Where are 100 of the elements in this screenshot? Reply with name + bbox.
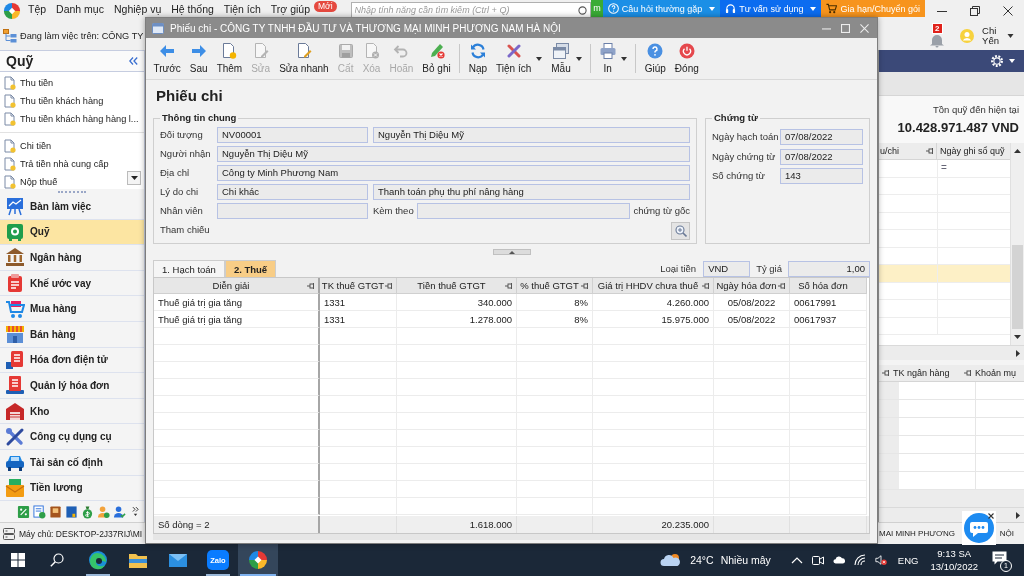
bell-icon[interactable] xyxy=(929,34,946,48)
task-item[interactable]: Chi tiền xyxy=(0,137,144,155)
taskbar-button[interactable] xyxy=(238,544,278,576)
module-item[interactable]: Tài sản cố định xyxy=(0,449,144,476)
column-header[interactable]: % thuế GTGT xyxy=(517,278,593,294)
toolbar-button[interactable]: Tiện ích xyxy=(491,38,547,79)
maximize-icon[interactable] xyxy=(841,23,850,33)
toolbar-button[interactable]: In xyxy=(595,38,632,79)
settings-icon[interactable] xyxy=(990,54,1004,68)
horizontal-scrollbar[interactable] xyxy=(153,534,870,540)
search-field[interactable]: Nhập tính năng cần tìm kiếm (Ctrl + Q) xyxy=(350,2,592,18)
column-header[interactable]: Diễn giải xyxy=(154,278,320,294)
person-coin-icon[interactable] xyxy=(97,504,110,519)
task-item[interactable]: Nộp thuế xyxy=(0,173,144,191)
task-item[interactable]: Thu tiền khách hàng xyxy=(0,92,144,110)
restore-icon[interactable] xyxy=(970,6,980,16)
toolbar-button[interactable]: Sửa nhanh xyxy=(274,38,334,79)
wifi-icon[interactable] xyxy=(853,554,866,566)
menu-item[interactable]: Tiện ích xyxy=(218,0,266,15)
vertical-scrollbar[interactable] xyxy=(1010,143,1024,345)
menu-item[interactable]: Hệ thống xyxy=(166,0,219,15)
task-item[interactable]: Thu tiền xyxy=(0,74,144,92)
video-call-icon[interactable] xyxy=(811,554,824,566)
toolbar-button[interactable]: Mẫu xyxy=(546,38,587,79)
toolbar-button[interactable]: Trước xyxy=(149,38,186,79)
module-item[interactable]: Bàn làm việc xyxy=(0,194,144,220)
module-item[interactable]: Mua hàng xyxy=(0,296,144,322)
text-field[interactable]: 1,00 xyxy=(788,260,870,277)
cloud-sun-icon[interactable] xyxy=(660,553,683,567)
avatar-icon[interactable] xyxy=(960,29,975,43)
module-item[interactable]: Khế ước vay xyxy=(0,270,144,297)
column-header[interactable]: TK ngân hàng xyxy=(893,368,961,378)
toolbar-button[interactable]: Bỏ ghi xyxy=(417,38,456,79)
tab[interactable]: 1. Hạch toán xyxy=(153,260,225,277)
grip-icon[interactable] xyxy=(58,190,86,193)
caret-icon[interactable] xyxy=(1009,59,1015,63)
caret-icon[interactable] xyxy=(1007,34,1014,38)
module-item[interactable]: Tiền lương xyxy=(0,475,144,502)
text-field[interactable]: 07/08/2022 xyxy=(780,148,863,165)
column-header[interactable]: Ngày ghi sổ quỹ xyxy=(937,146,1010,156)
toolbar-button[interactable]: Đóng xyxy=(670,38,704,79)
scroll-thumb[interactable] xyxy=(1012,245,1023,329)
notification-icon[interactable] xyxy=(992,551,1007,565)
module-item[interactable]: Hóa đơn điện tử xyxy=(0,347,144,374)
text-field[interactable]: 07/08/2022 xyxy=(780,129,863,145)
person-check-icon[interactable] xyxy=(113,504,126,519)
task-item[interactable]: Trả tiền nhà cung cấp xyxy=(0,155,144,173)
money-bag-icon[interactable] xyxy=(81,504,94,519)
menu-item[interactable]: Danh mục xyxy=(51,0,109,15)
volume-muted-icon[interactable] xyxy=(874,554,887,566)
text-field[interactable]: Thanh toán phụ thu phí nâng hàng xyxy=(373,184,690,200)
module-item[interactable]: Kho xyxy=(0,398,144,425)
text-field[interactable] xyxy=(416,203,631,219)
link-button[interactable]: Tư vấn sử dụng xyxy=(720,0,822,17)
text-field[interactable] xyxy=(217,203,368,219)
filter-operator[interactable]: = xyxy=(938,160,1010,177)
close-icon[interactable] xyxy=(1003,6,1013,16)
text-field[interactable]: Nguyễn Thị Diệu Mỹ xyxy=(373,127,690,143)
toolbar-button[interactable]: Nạp xyxy=(464,38,492,79)
menu-item[interactable]: Tệp xyxy=(23,0,52,15)
module-item[interactable]: Bán hàng xyxy=(0,321,144,348)
currency-field[interactable]: VND xyxy=(703,260,751,277)
user-name[interactable]: Chi Yến xyxy=(982,26,999,46)
menu-item[interactable]: Nghiệp vụ xyxy=(108,0,167,15)
weather-condition[interactable]: Nhiều mây xyxy=(720,554,771,566)
text-field[interactable]: Chi khác xyxy=(217,184,368,200)
calculator-icon[interactable] xyxy=(33,504,46,519)
module-item[interactable]: Quản lý hóa đơn xyxy=(0,373,144,399)
close-icon[interactable] xyxy=(988,513,994,519)
language-indicator[interactable]: ENG xyxy=(897,554,919,566)
toolbar-button[interactable]: Thêm xyxy=(212,38,247,79)
column-header[interactable]: Giá trị HHDV chưa thuế xyxy=(593,278,714,294)
cloud-icon[interactable] xyxy=(832,554,845,566)
module-item[interactable]: Công cụ dụng cụ xyxy=(0,424,144,450)
toolbar-button[interactable]: Sau xyxy=(185,38,213,79)
tab[interactable]: 2. Thuế xyxy=(224,260,277,277)
chevron-up-icon[interactable] xyxy=(790,556,803,564)
column-header[interactable]: Ngày hóa đơn xyxy=(714,278,790,294)
zoom-button[interactable] xyxy=(671,222,690,240)
scroll-right-icon[interactable] xyxy=(1016,349,1020,357)
text-field[interactable]: Công ty Minh Phương Nam xyxy=(217,165,690,181)
column-header[interactable]: Khoản mụ xyxy=(975,368,1017,378)
column-header[interactable]: TK thuế GTGT xyxy=(320,278,397,294)
filter-row[interactable]: = xyxy=(879,160,1010,178)
clock-date[interactable]: 13/10/2022 xyxy=(930,560,978,573)
search-icon[interactable] xyxy=(50,553,64,567)
scroll-down-icon[interactable] xyxy=(1014,335,1021,339)
bookmark-icon[interactable] xyxy=(65,504,78,519)
scroll-up-icon[interactable] xyxy=(1014,149,1021,153)
horizontal-scrollbar[interactable] xyxy=(879,345,1024,360)
collapse-icon[interactable] xyxy=(129,57,138,65)
clock-time[interactable]: 9:13 SA xyxy=(937,547,972,560)
collapse-handle[interactable] xyxy=(492,249,531,255)
column-header[interactable]: u/chi xyxy=(879,143,937,159)
text-field[interactable]: 143 xyxy=(780,168,863,184)
book-icon[interactable] xyxy=(49,504,62,519)
more-icon[interactable] xyxy=(132,506,139,518)
dropdown-button[interactable] xyxy=(127,171,141,185)
scroll-right-icon[interactable] xyxy=(1016,511,1020,519)
toolbar-button[interactable]: Giúp xyxy=(640,38,671,79)
